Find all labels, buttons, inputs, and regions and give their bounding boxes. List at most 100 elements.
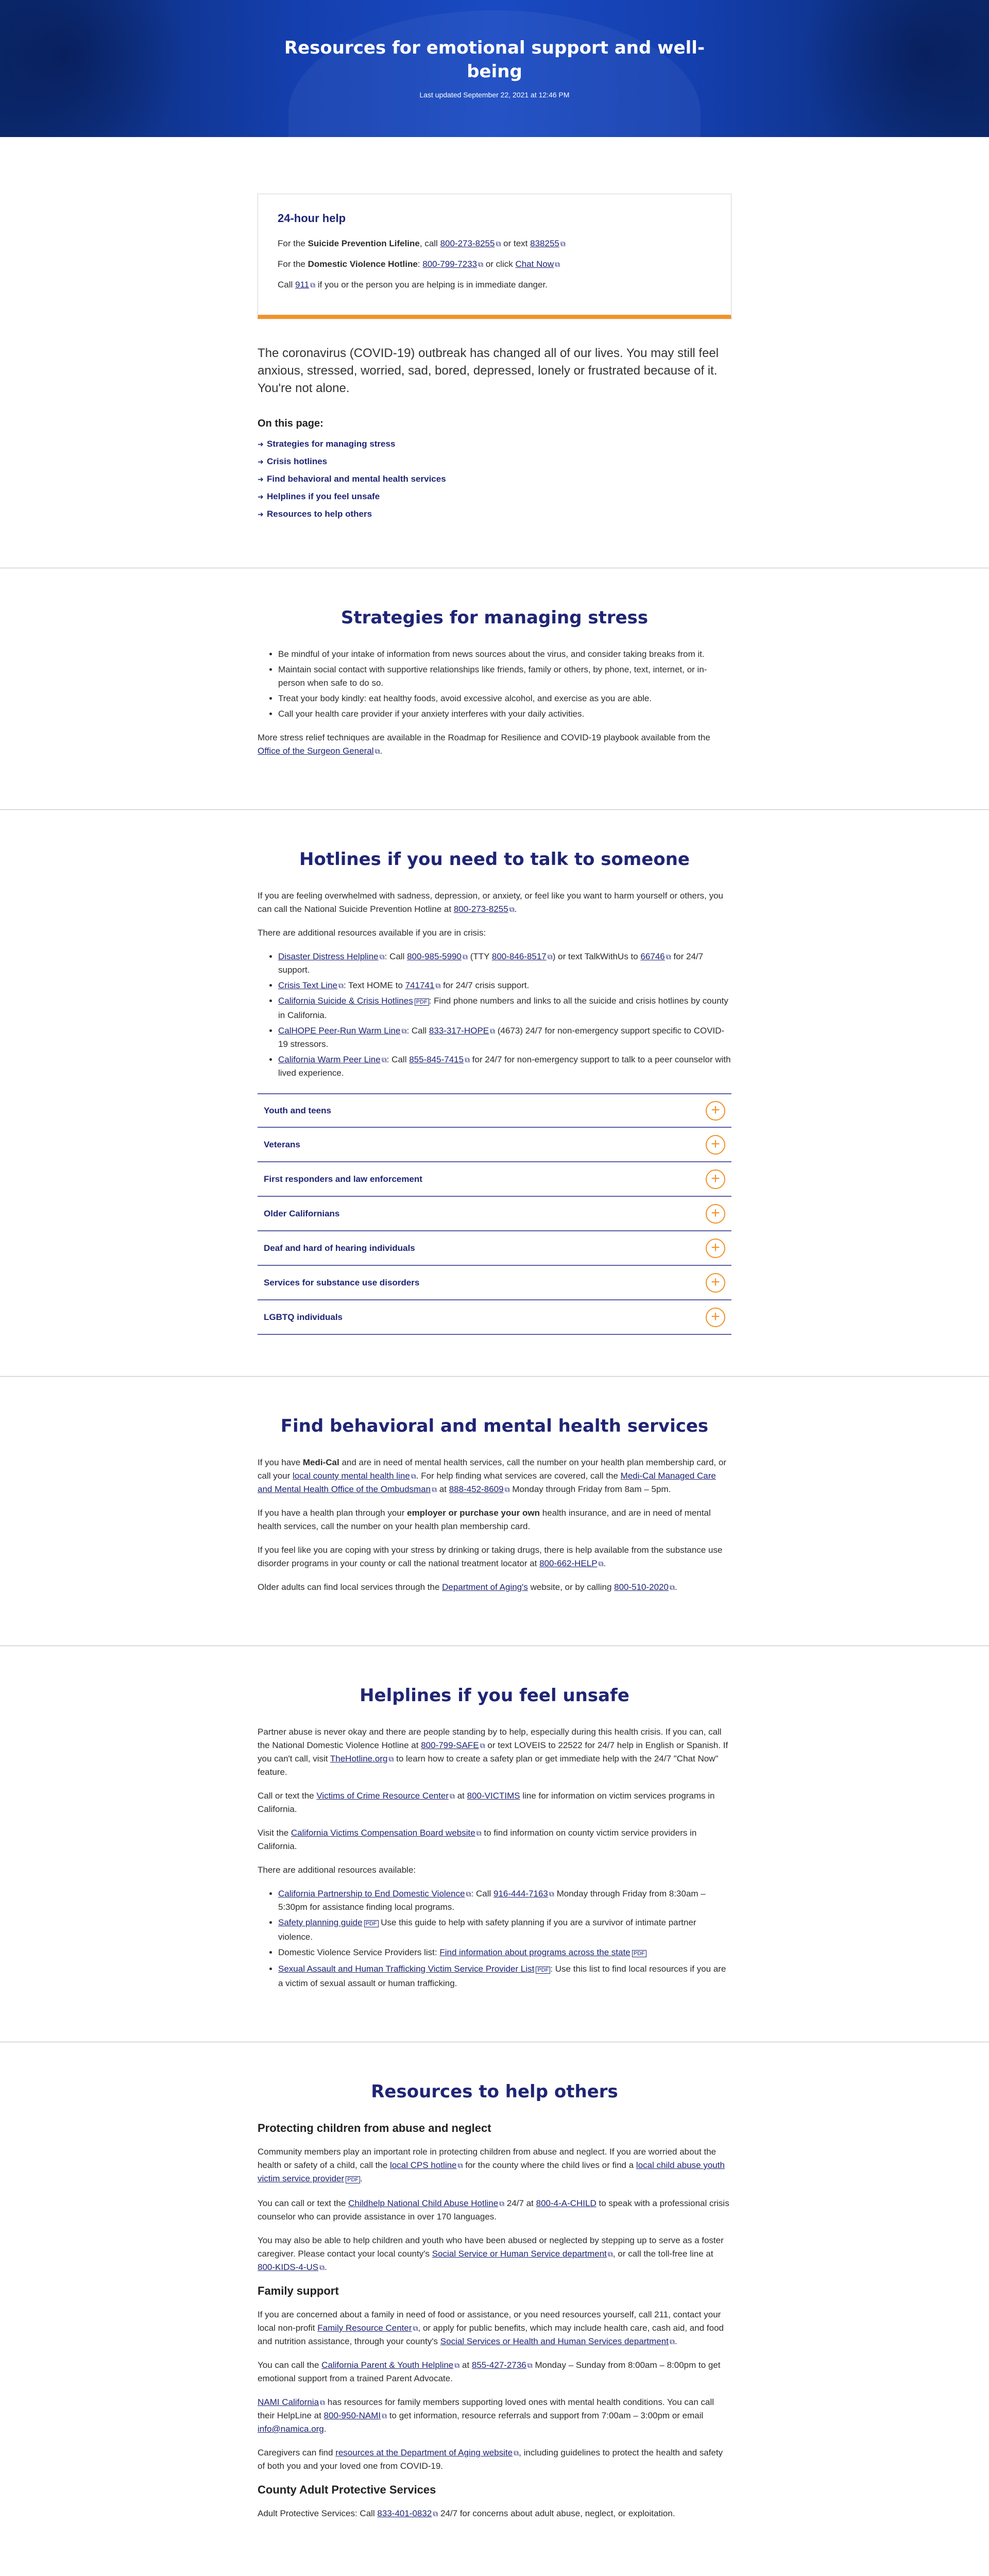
text: Call [278,280,296,290]
accordion-label: Older Californians [264,1208,340,1218]
list-item: Sexual Assault and Human Trafficking Vic… [278,1962,731,1990]
phone-link[interactable]: 833-401-0832 [377,2509,432,2518]
domestic-hotline-phone-link[interactable]: 800-799-7233 [422,259,477,269]
text: For the [278,259,308,269]
external-link-icon: ⧉ [499,2199,505,2208]
phone-link[interactable]: 800-4-A-CHILD [536,2198,596,2208]
toc-link-unsafe[interactable]: Helplines if you feel unsafe [267,492,380,501]
tty-link[interactable]: 800-846-8517 [492,952,547,961]
social-services-dept-link[interactable]: Social Services or Health and Human Serv… [440,2336,669,2346]
phone-link[interactable]: 916-444-7163 [493,1889,548,1899]
family-resource-center-link[interactable]: Family Resource Center [317,2323,412,2333]
cpedv-link[interactable]: California Partnership to End Domestic V… [278,1889,465,1899]
accordion-youth[interactable]: Youth and teens + [258,1093,731,1128]
text: : Text HOME to [343,980,405,990]
plus-circle-icon[interactable]: + [706,1307,725,1327]
plus-circle-icon[interactable]: + [706,1100,725,1121]
phone-link[interactable]: 855-427-2736 [472,2360,526,2370]
phone-link[interactable]: 800-VICTIMS [467,1791,520,1801]
subheading-family: Family support [258,2284,339,2297]
childhelp-link[interactable]: Childhelp National Child Abuse Hotline [348,2198,498,2208]
plus-circle-icon[interactable]: + [706,1134,725,1155]
treatment-locator-link[interactable]: 800-662-HELP [539,1558,597,1568]
accordion-substance[interactable]: Services for substance use disorders + [258,1266,731,1300]
paragraph: You may also be able to help children an… [258,2234,731,2274]
victims-comp-board-link[interactable]: California Victims Compensation Board we… [291,1828,475,1838]
hotlines-additional: There are additional resources available… [258,928,486,938]
surgeon-general-link[interactable]: Office of the Surgeon General [258,746,374,756]
accordion-lgbtq[interactable]: LGBTQ individuals + [258,1300,731,1335]
text: at [459,2360,472,2370]
plus-circle-icon[interactable]: + [706,1169,725,1189]
phone-link[interactable]: 800-799-SAFE [421,1740,479,1750]
section-others: Resources to help others Protecting chil… [0,2042,989,2546]
accordion-label: LGBTQ individuals [264,1312,343,1322]
list-item: Crisis Text Line⧉: Text HOME to 741741⧉ … [278,979,731,992]
phone-link[interactable]: 800-510-2020 [614,1582,669,1592]
external-link-icon: ⧉ [379,953,385,961]
thehotline-link[interactable]: TheHotline.org [330,1754,388,1764]
text: . [325,2262,327,2272]
accordion-first-responders[interactable]: First responders and law enforcement + [258,1162,731,1197]
external-link-icon: ⧉ [374,747,380,755]
external-link-icon: ⧉ [547,953,553,961]
suicide-lifeline-phone-link[interactable]: 800-273-8255 [440,239,495,248]
text-link[interactable]: 741741 [405,980,435,990]
aging-resources-link[interactable]: resources at the Department of Aging web… [335,2448,513,2458]
nami-link[interactable]: NAMI California [258,2397,319,2407]
section-behavioral: Find behavioral and mental health servic… [0,1376,989,1646]
section-title: Strategies for managing stress [340,607,649,628]
phone-link[interactable]: 800-950-NAMI [324,2411,381,2420]
warm-peer-line-link[interactable]: California Warm Peer Line [278,1055,381,1064]
phone-link[interactable]: 855-845-7415 [409,1055,464,1064]
text: (TTY [467,952,492,961]
list-item: Domestic Violence Service Providers list… [278,1946,731,1960]
cps-hotline-link[interactable]: local CPS hotline [390,2160,456,2170]
plus-circle-icon[interactable]: + [706,1204,725,1224]
suicide-lifeline-text-link[interactable]: 838255 [530,239,559,248]
suicide-hotline-link[interactable]: 800-273-8255 [454,904,508,914]
external-link-icon: ⧉ [319,2263,325,2272]
paragraph: If you are concerned about a family in n… [258,2308,731,2348]
dept-aging-link[interactable]: Department of Aging's [442,1582,528,1592]
phone-link[interactable]: 800-985-5990 [407,952,462,961]
plus-circle-icon[interactable]: + [706,1238,725,1258]
text: . [360,2174,363,2183]
external-link-icon: ⧉ [666,953,671,961]
toc-link-behavioral[interactable]: Find behavioral and mental health servic… [267,474,446,484]
social-service-link[interactable]: Social Service or Human Service departme… [432,2249,607,2259]
calhope-link[interactable]: CalHOPE Peer-Run Warm Line [278,1026,400,1036]
phone-link[interactable]: 800-KIDS-4-US [258,2262,318,2272]
plus-circle-icon[interactable]: + [706,1273,725,1293]
accordion-veterans[interactable]: Veterans + [258,1128,731,1162]
accordion-older[interactable]: Older Californians + [258,1197,731,1231]
text-link[interactable]: 66746 [640,952,664,961]
ca-crisis-hotlines-link[interactable]: California Suicide & Crisis Hotlines [278,996,413,1006]
text: Older adults can find local services thr… [258,1582,442,1592]
county-mental-health-link[interactable]: local county mental health line [293,1471,410,1481]
sexual-assault-list-link[interactable]: Sexual Assault and Human Trafficking Vic… [278,1964,534,1974]
text: If you have [258,1458,303,1467]
email-link[interactable]: info@namica.org [258,2424,324,2434]
suicide-lifeline-label: Suicide Prevention Lifeline [308,239,420,248]
safety-guide-link[interactable]: Safety planning guide [278,1918,363,1927]
toc-link-hotlines[interactable]: Crisis hotlines [267,456,327,466]
dv-providers-link[interactable]: Find information about programs across t… [439,1947,630,1957]
external-link-icon: ⧉ [462,953,468,961]
victims-crime-link[interactable]: Victims of Crime Resource Center [316,1791,449,1801]
text: For the [278,239,308,248]
crisis-text-line-link[interactable]: Crisis Text Line [278,980,337,990]
subheading-children: Protecting children from abuse and negle… [258,2122,491,2134]
parent-youth-helpline-link[interactable]: California Parent & Youth Helpline [321,2360,453,2370]
accordion-deaf[interactable]: Deaf and hard of hearing individuals + [258,1231,731,1266]
toc-link-stress[interactable]: Strategies for managing stress [267,439,395,449]
disaster-distress-link[interactable]: Disaster Distress Helpline [278,952,379,961]
phone-link[interactable]: 833-317-HOPE [429,1026,489,1036]
domestic-hotline-label: Domestic Violence Hotline [308,259,418,269]
toc-link-others[interactable]: Resources to help others [267,509,372,519]
call-911-link[interactable]: 911 [295,280,309,290]
external-link-icon: ⧉ [670,1583,675,1591]
chat-now-link[interactable]: Chat Now [515,259,554,269]
phone-link[interactable]: 888-452-8609 [449,1484,504,1494]
